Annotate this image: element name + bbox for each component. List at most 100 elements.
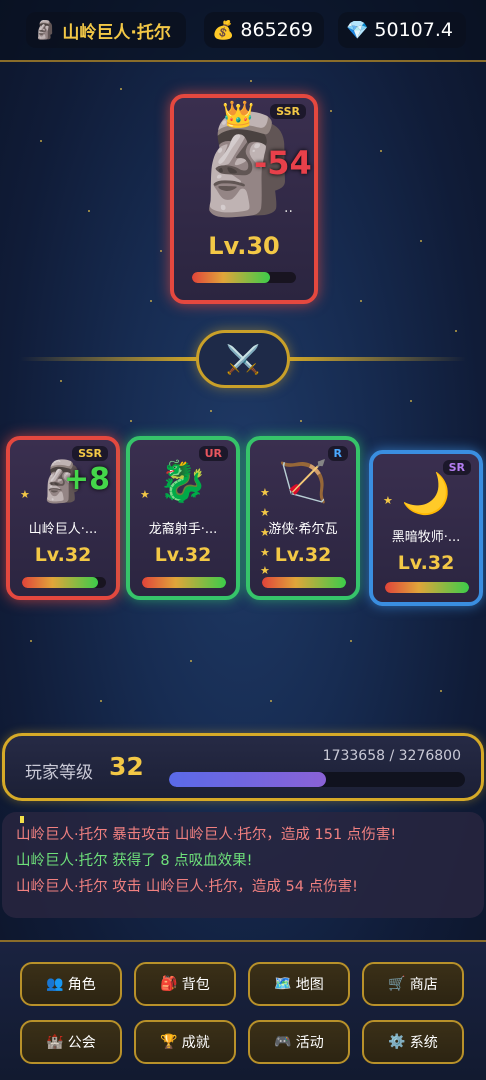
log-line: 山岭巨人·托尔 获得了 8 点吸血效果! [16, 853, 253, 869]
hero-card-3[interactable]: R 🏹 ★ ★ ★ ★ ★ 游侠·希尔瓦 Lv.32 [246, 436, 360, 600]
star-dot [270, 700, 272, 702]
hero-hp-fill [385, 582, 469, 593]
player-name-pill[interactable]: 🗿 山岭巨人·托尔 [26, 12, 186, 48]
crossed-swords-icon: ⚔️ [225, 342, 261, 376]
money-bag-icon: 💰 [212, 19, 235, 41]
trophy-icon: 🏆 [160, 1034, 178, 1050]
menu-label: 商店 [409, 977, 438, 993]
bottom-menu: 👥 角色 🎒 背包 🗺️ 地图 🛒 商店 🏰 公会 🏆 成就 🎮 活动 ⚙️ 系… [0, 940, 486, 1080]
player-level-value: 32 [109, 752, 144, 781]
star-icon: ★ [383, 494, 393, 507]
hero-card-4[interactable]: SR 🌙 ★ 黑暗牧师·... Lv.32 [369, 450, 483, 606]
diamond-icon: 💎 [346, 19, 369, 41]
cart-icon: 🛒 [388, 976, 406, 992]
star-icon: ★ [20, 488, 30, 501]
gold-pill[interactable]: 💰 865269 [204, 12, 324, 48]
hero-name: 山岭巨人·... [28, 522, 98, 537]
people-icon: 👥 [46, 976, 64, 992]
top-bar: 🗿 山岭巨人·托尔 💰 865269 💎 50107.4 [0, 0, 486, 62]
gold-amount: 865269 [240, 19, 313, 41]
hero-hp-bar [142, 577, 226, 588]
menu-label: 公会 [67, 1035, 96, 1051]
map-icon: 🗺️ [274, 976, 292, 992]
gamepad-icon: 🎮 [274, 1034, 292, 1050]
hero-hp-bar [385, 582, 469, 593]
log-line: 山岭巨人·托尔 攻击 山岭巨人·托尔，造成 54 点伤害! [16, 879, 358, 895]
gem-pill[interactable]: 💎 50107.4 [338, 12, 466, 48]
hero-card-2[interactable]: UR 🐉 ★ 龙裔射手·... Lv.32 [126, 436, 240, 600]
heal-popup: +8 [64, 462, 111, 497]
hero-hp-fill [22, 577, 99, 588]
hero-level: Lv.32 [154, 544, 212, 566]
hero-level: Lv.32 [397, 552, 455, 574]
menu-label: 地图 [295, 977, 324, 993]
menu-button-guild[interactable]: 🏰 公会 [20, 1020, 122, 1064]
menu-label: 成就 [181, 1035, 210, 1051]
star-dot [250, 80, 252, 82]
menu-label: 背包 [181, 977, 210, 993]
gear-icon: ⚙️ [388, 1034, 406, 1050]
star-dot [190, 660, 192, 662]
star-dot [440, 690, 442, 692]
enemy-status-dots: .. [284, 200, 293, 216]
log-line: 山岭巨人·托尔 暴击攻击 山岭巨人·托尔，造成 151 点伤害! [16, 827, 397, 843]
divider-left [20, 357, 202, 361]
player-name: 山岭巨人·托尔 [62, 22, 171, 43]
xp-text: 1733658 / 3276800 [322, 748, 461, 764]
divider-right [284, 357, 466, 361]
hero-card-1[interactable]: SSR 🗿 +8 ★ 山岭巨人·... Lv.32 [6, 436, 120, 600]
enemy-damage-popup: -54 [254, 144, 312, 182]
star-dot [455, 330, 457, 332]
star-dot [100, 700, 102, 702]
enemy-hp-fill [192, 272, 270, 283]
menu-button-shop[interactable]: 🛒 商店 [362, 962, 464, 1006]
menu-button-achievements[interactable]: 🏆 成就 [134, 1020, 236, 1064]
enemy-rarity-badge: SSR [270, 104, 306, 119]
menu-label: 角色 [67, 977, 96, 993]
hero-hp-fill [142, 577, 226, 588]
hero-name: 龙裔射手·... [148, 522, 218, 537]
hero-name: 游侠·希尔瓦 [268, 522, 338, 537]
star-dot [30, 640, 32, 642]
star-dot [160, 250, 162, 252]
star-dot [130, 420, 132, 422]
backpack-icon: 🎒 [160, 976, 178, 992]
menu-label: 系统 [409, 1035, 438, 1051]
xp-progress-bar [169, 772, 465, 787]
gem-amount: 50107.4 [374, 19, 453, 41]
battle-swords-button[interactable]: ⚔️ [196, 330, 290, 388]
menu-button-characters[interactable]: 👥 角色 [20, 962, 122, 1006]
star-dot [300, 420, 302, 422]
player-level-panel: 玩家等级 32 1733658 / 3276800 [2, 733, 484, 801]
menu-button-events[interactable]: 🎮 活动 [248, 1020, 350, 1064]
star-dot [60, 380, 62, 382]
star-dot [350, 640, 352, 642]
menu-button-backpack[interactable]: 🎒 背包 [134, 962, 236, 1006]
log-marker [20, 816, 24, 823]
xp-progress-fill [169, 772, 326, 787]
star-dot [330, 110, 332, 112]
enemy-card[interactable]: 🗿 👑 SSR -54 .. Lv.30 [170, 94, 318, 304]
enemy-level: Lv.30 [208, 232, 280, 260]
battle-log[interactable]: 山岭巨人·托尔 暴击攻击 山岭巨人·托尔，造成 151 点伤害! 山岭巨人·托尔… [2, 812, 484, 918]
star-dot [120, 88, 122, 90]
hero-hp-fill [262, 577, 346, 588]
hero-level: Lv.32 [34, 544, 92, 566]
star-dot [410, 400, 412, 402]
player-level-label: 玩家等级 [25, 763, 93, 783]
star-dot [150, 300, 152, 302]
star-dot [420, 240, 422, 242]
menu-label: 活动 [295, 1035, 324, 1051]
hero-hp-bar [262, 577, 346, 588]
crown-icon: 👑 [222, 100, 255, 130]
star-dot [40, 140, 42, 142]
hero-level: Lv.32 [274, 544, 332, 566]
menu-button-system[interactable]: ⚙️ 系统 [362, 1020, 464, 1064]
star-dot [380, 150, 382, 152]
star-icon: ★ [260, 486, 270, 499]
menu-button-map[interactable]: 🗺️ 地图 [248, 962, 350, 1006]
moai-icon: 🗿 [34, 19, 57, 41]
star-icon: ★ [140, 488, 150, 501]
star-dot [360, 300, 362, 302]
enemy-hp-bar [192, 272, 296, 283]
